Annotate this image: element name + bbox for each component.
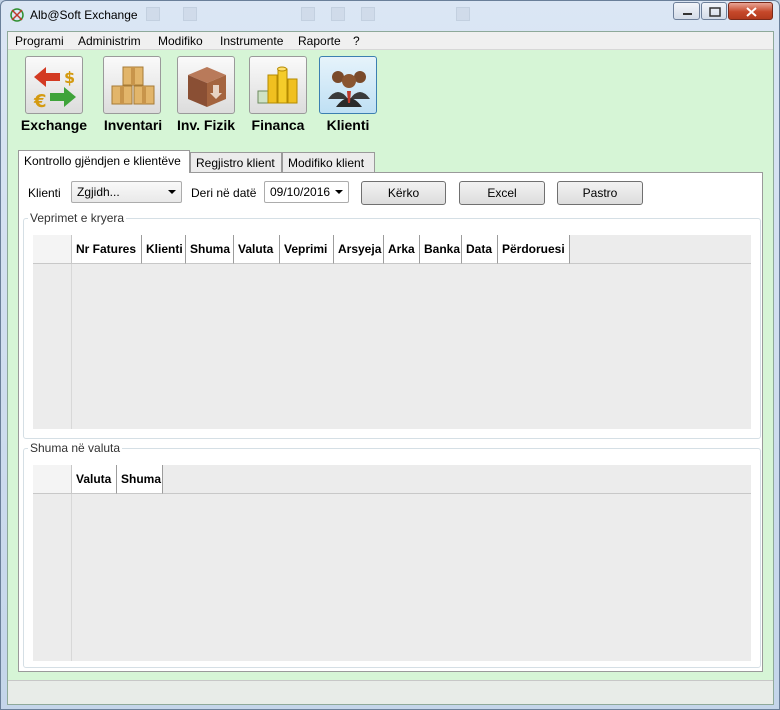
column-header[interactable]: Valuta (234, 235, 280, 264)
toolbar-financa-label: Financa (251, 117, 305, 133)
column-header[interactable]: Arka (384, 235, 420, 264)
maximize-button[interactable] (701, 2, 727, 20)
toolbar-inv-fizik-button[interactable] (177, 56, 235, 114)
maximize-icon (709, 7, 721, 17)
toolbar-klienti-button[interactable] (319, 56, 377, 114)
toolbar-exchange-button[interactable]: $ € (25, 56, 83, 114)
transactions-group: Veprimet e kryera Nr Fatures Klienti Shu… (23, 211, 761, 439)
close-button[interactable] (728, 2, 773, 20)
client-select[interactable]: Zgjidh... (71, 181, 182, 203)
excel-button[interactable]: Excel (459, 181, 545, 205)
app-window: Alb@Soft Exchange Programi Administrim M… (0, 0, 780, 710)
column-header[interactable]: Klienti (142, 235, 186, 264)
row-header-gutter (33, 494, 72, 661)
date-picker[interactable]: 09/10/2016 (264, 181, 349, 203)
ghost-toolbar-icon (183, 7, 197, 21)
column-header[interactable]: Shuma (186, 235, 234, 264)
svg-text:$: $ (64, 68, 75, 87)
column-header[interactable]: Valuta (72, 465, 117, 494)
client-select-value: Zgjidh... (77, 185, 120, 199)
toolbar-inventari-button[interactable] (103, 56, 161, 114)
transactions-group-title: Veprimet e kryera (28, 211, 127, 225)
app-logo-icon (10, 8, 24, 22)
ghost-toolbar-icon (361, 7, 375, 21)
column-header[interactable]: Përdoruesi (498, 235, 570, 264)
close-icon (746, 7, 757, 17)
main-client-area: Programi Administrim Modifiko Instrument… (7, 31, 774, 705)
date-picker-value: 09/10/2016 (270, 185, 331, 199)
toolbar-exchange-label: Exchange (20, 117, 88, 133)
toolbar-inv-fizik-label: Inv. Fizik (176, 117, 236, 133)
menu-raporte[interactable]: Raporte (298, 34, 341, 48)
svg-text:€: € (33, 91, 47, 111)
ghost-toolbar-icon (456, 7, 470, 21)
search-button[interactable]: Kërko (361, 181, 446, 205)
date-filter-label: Deri në datë (191, 186, 257, 200)
minimize-icon (683, 13, 692, 15)
clear-button[interactable]: Pastro (557, 181, 643, 205)
ghost-toolbar-icon (146, 7, 160, 21)
grid-corner (33, 235, 72, 264)
column-header[interactable]: Nr Fatures (72, 235, 142, 264)
tab-kontrollo-gjendjen[interactable]: Kontrollo gjëndjen e klientëve (18, 150, 190, 173)
grid-corner (33, 465, 72, 494)
tab-modifiko-klient[interactable]: Modifiko klient (282, 152, 375, 172)
inventory-boxes-icon (111, 66, 155, 105)
menu-help[interactable]: ? (353, 34, 360, 48)
tab-panel: Klienti Zgjidh... Deri në datë 09/10/201… (18, 172, 763, 672)
menu-programi[interactable]: Programi (15, 34, 64, 48)
physical-inventory-box-icon (188, 67, 226, 107)
exchange-icon: $ € (33, 67, 76, 111)
toolbar-klienti-label: Klienti (326, 117, 370, 133)
menu-administrim[interactable]: Administrim (78, 34, 141, 48)
menu-bar: Programi Administrim Modifiko Instrument… (8, 32, 773, 50)
ghost-toolbar-icon (331, 7, 345, 21)
grid-header-filler (163, 465, 751, 494)
currency-totals-grid[interactable]: Valuta Shuma (33, 465, 751, 661)
chevron-down-icon (335, 190, 343, 194)
title-bar[interactable]: Alb@Soft Exchange (1, 1, 779, 29)
toolbar-inventari-label: Inventari (103, 117, 163, 133)
column-header[interactable]: Arsyeja (334, 235, 384, 264)
transactions-grid-header: Nr Fatures Klienti Shuma Valuta Veprimi … (33, 235, 570, 264)
menu-instrumente[interactable]: Instrumente (220, 34, 283, 48)
column-header[interactable]: Veprimi (280, 235, 334, 264)
minimize-button[interactable] (673, 2, 700, 20)
column-header[interactable]: Shuma (117, 465, 163, 494)
column-header[interactable]: Banka (420, 235, 462, 264)
currency-totals-group: Shuma në valuta Valuta Shuma (23, 441, 761, 668)
row-header-gutter (33, 264, 72, 429)
client-filter-label: Klienti (28, 186, 61, 200)
toolbar-financa-button[interactable] (249, 56, 307, 114)
chevron-down-icon (168, 190, 176, 194)
transactions-grid[interactable]: Nr Fatures Klienti Shuma Valuta Veprimi … (33, 235, 751, 429)
column-header[interactable]: Data (462, 235, 498, 264)
menu-modifiko[interactable]: Modifiko (158, 34, 203, 48)
currency-totals-grid-header: Valuta Shuma (33, 465, 163, 494)
tab-regjistro-klient[interactable]: Regjistro klient (190, 152, 282, 172)
ghost-toolbar-icon (301, 7, 315, 21)
finance-coins-icon (257, 66, 298, 104)
status-bar (8, 680, 773, 704)
window-title: Alb@Soft Exchange (30, 8, 138, 22)
currency-totals-group-title: Shuma në valuta (28, 441, 123, 455)
clients-people-icon (328, 71, 370, 107)
grid-header-filler (570, 235, 751, 264)
